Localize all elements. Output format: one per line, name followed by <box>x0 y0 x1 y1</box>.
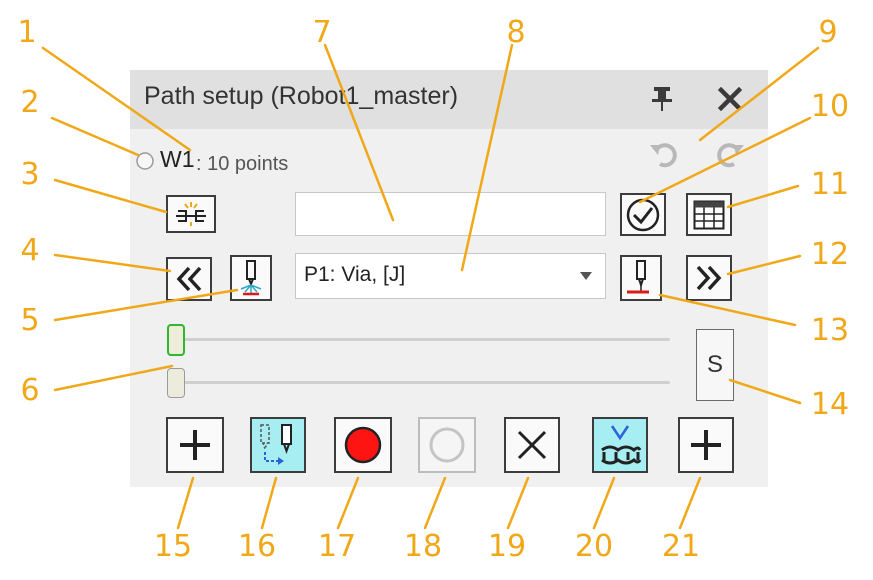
waypoint-point-count: : 10 points <box>196 153 289 175</box>
table-icon <box>693 200 725 229</box>
plus-icon <box>180 430 210 460</box>
callout-number: 20 <box>574 529 614 564</box>
callout-number: 17 <box>317 529 357 564</box>
confirm-button[interactable] <box>620 193 666 236</box>
delete-point-button[interactable] <box>504 417 560 473</box>
callout-number: 7 <box>312 15 332 50</box>
callout-number: 18 <box>403 529 443 564</box>
slider-track-bottom <box>168 381 670 384</box>
record-icon <box>344 426 382 464</box>
plus-icon <box>691 430 721 460</box>
circle-icon <box>429 427 465 463</box>
slider-track-top <box>168 338 670 341</box>
add-point-button[interactable] <box>166 417 224 473</box>
callout-number: 8 <box>506 15 526 50</box>
add-waypoint-button[interactable] <box>678 417 734 473</box>
callout-number: 3 <box>20 157 40 192</box>
callout-number: 14 <box>810 387 850 422</box>
undo-icon[interactable] <box>648 140 682 170</box>
double-chevron-right-icon <box>696 265 722 291</box>
x-icon <box>517 430 547 460</box>
callout-number: 2 <box>20 85 40 120</box>
title-bar: Path setup (Robot1_master) <box>130 70 768 129</box>
path-setup-panel: Path setup (Robot1_master) W1 : 10 point… <box>130 70 768 487</box>
double-chevron-left-icon <box>176 266 202 292</box>
window-title: Path setup (Robot1_master) <box>144 82 459 110</box>
check-circle-icon <box>626 198 660 231</box>
callout-number: 13 <box>810 313 850 348</box>
callout-number: 6 <box>20 373 40 408</box>
move-tool-button[interactable] <box>250 417 306 473</box>
waypoint-name: W1 <box>160 146 195 172</box>
previous-point-button[interactable] <box>166 257 212 301</box>
speed-button[interactable]: S <box>696 329 734 401</box>
callout-number: 15 <box>153 529 193 564</box>
speed-button-label: S <box>706 351 723 378</box>
record-button[interactable] <box>334 417 392 473</box>
slider-thumb-bottom[interactable] <box>167 368 185 398</box>
callout-number: 11 <box>810 167 850 202</box>
close-icon[interactable] <box>718 87 742 111</box>
pin-icon[interactable] <box>651 86 673 112</box>
tool-down-icon <box>627 260 649 294</box>
surface-points-button[interactable] <box>592 417 648 473</box>
tool-spray-button[interactable] <box>230 255 272 301</box>
chevron-down-icon <box>580 272 592 280</box>
callout-number: 5 <box>20 303 40 338</box>
redo-icon[interactable] <box>712 140 746 170</box>
callout-number: 12 <box>810 237 850 272</box>
callout-number: 21 <box>661 529 701 564</box>
point-table-button[interactable] <box>686 193 732 236</box>
split-button[interactable] <box>166 195 216 233</box>
waypoint-radio[interactable] <box>135 151 155 171</box>
move-tool-icon <box>260 424 292 465</box>
callout-number: 16 <box>237 529 277 564</box>
surface-points-icon <box>601 425 642 465</box>
callout-number: 1 <box>17 15 37 50</box>
leader-2 <box>50 116 140 157</box>
point-select-value: P1: Via, [J] <box>304 263 406 286</box>
point-select-dropdown[interactable]: P1: Via, [J] <box>295 253 606 299</box>
tool-down-button[interactable] <box>620 255 662 301</box>
point-name-input[interactable] <box>295 192 606 236</box>
tool-spray-icon <box>240 260 262 296</box>
slider-thumb-top[interactable] <box>167 324 185 356</box>
callout-number: 4 <box>20 233 40 268</box>
callout-number: 19 <box>487 529 527 564</box>
next-point-button[interactable] <box>686 255 732 301</box>
callout-number: 9 <box>818 15 838 50</box>
callout-number: 10 <box>810 89 850 124</box>
circle-button[interactable] <box>418 417 476 473</box>
split-icon <box>176 202 206 226</box>
